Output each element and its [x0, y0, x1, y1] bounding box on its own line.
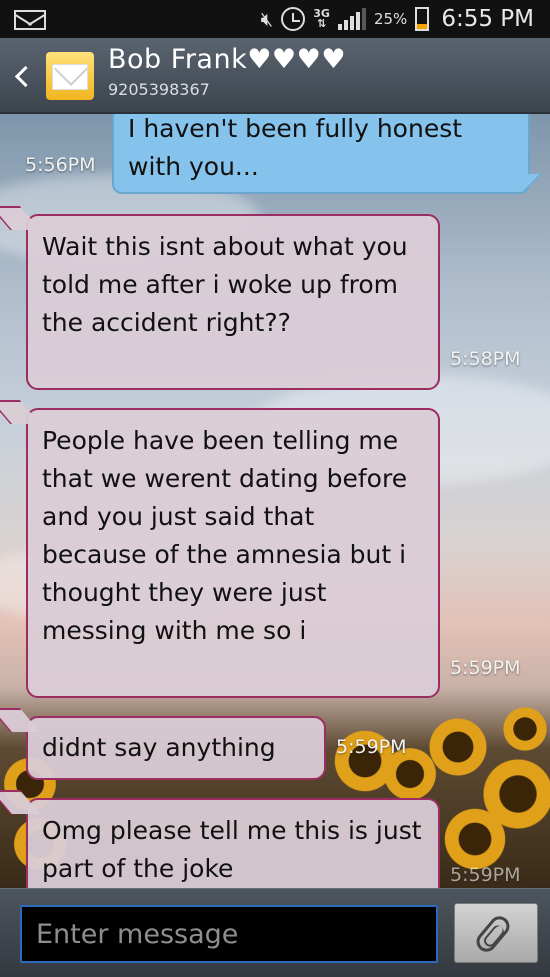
3g-icon: 3G ⇅ [313, 7, 330, 30]
message-time: 5:59PM [450, 657, 521, 679]
signal-icon [337, 8, 366, 30]
mail-icon [14, 10, 46, 30]
compose-bar [0, 888, 550, 977]
sunflower-decoration [500, 704, 550, 754]
message-time: 5:58PM [450, 348, 521, 370]
message-text: Wait this isnt about what you told me af… [42, 232, 408, 337]
message-time: 5:59PM [336, 736, 407, 758]
status-bar: 🔇︎ 3G ⇅ 25% 6:55 PM [0, 0, 550, 38]
bubble-tail [0, 400, 40, 424]
paperclip-icon [472, 912, 514, 956]
sunflower-decoration [425, 714, 491, 780]
battery-icon [415, 7, 430, 31]
network-type: 3G [313, 7, 330, 20]
message-text: Omg please tell me this is just part of … [42, 816, 422, 883]
incoming-message-bubble[interactable]: Omg please tell me this is just part of … [0, 790, 440, 888]
conversation-header: Bob Frank♥♥♥♥ 9205398367 [0, 38, 550, 114]
outgoing-message-bubble[interactable]: I haven't been fully honest with you... [112, 114, 542, 194]
status-icons: 🔇︎ 3G ⇅ 25% 6:55 PM [261, 0, 534, 38]
contact-name[interactable]: Bob Frank♥♥♥♥ [108, 44, 346, 75]
incoming-message-bubble[interactable]: didnt say anything [0, 708, 326, 780]
message-input[interactable] [20, 905, 438, 963]
message-time: 5:59PM [450, 864, 521, 886]
incoming-message-bubble[interactable]: Wait this isnt about what you told me af… [0, 206, 440, 390]
alarm-icon [281, 7, 306, 31]
back-button[interactable] [8, 56, 38, 96]
contact-avatar[interactable] [46, 52, 94, 100]
message-text: didnt say anything [42, 733, 276, 762]
message-text: I haven't been fully honest with you... [128, 114, 463, 181]
mute-icon: 🔇︎ [260, 7, 274, 31]
attach-button[interactable] [454, 903, 538, 963]
incoming-message-bubble[interactable]: People have been telling me that we were… [0, 400, 440, 698]
status-time: 6:55 PM [441, 6, 534, 32]
battery-percent: 25% [373, 10, 408, 28]
contact-number: 9205398367 [108, 80, 210, 99]
message-text: People have been telling me that we were… [42, 426, 408, 645]
message-time: 5:56PM [25, 154, 96, 176]
bubble-tail [0, 708, 40, 732]
envelope-icon [52, 64, 88, 90]
message-list[interactable]: 5:56PM I haven't been fully honest with … [0, 114, 550, 888]
